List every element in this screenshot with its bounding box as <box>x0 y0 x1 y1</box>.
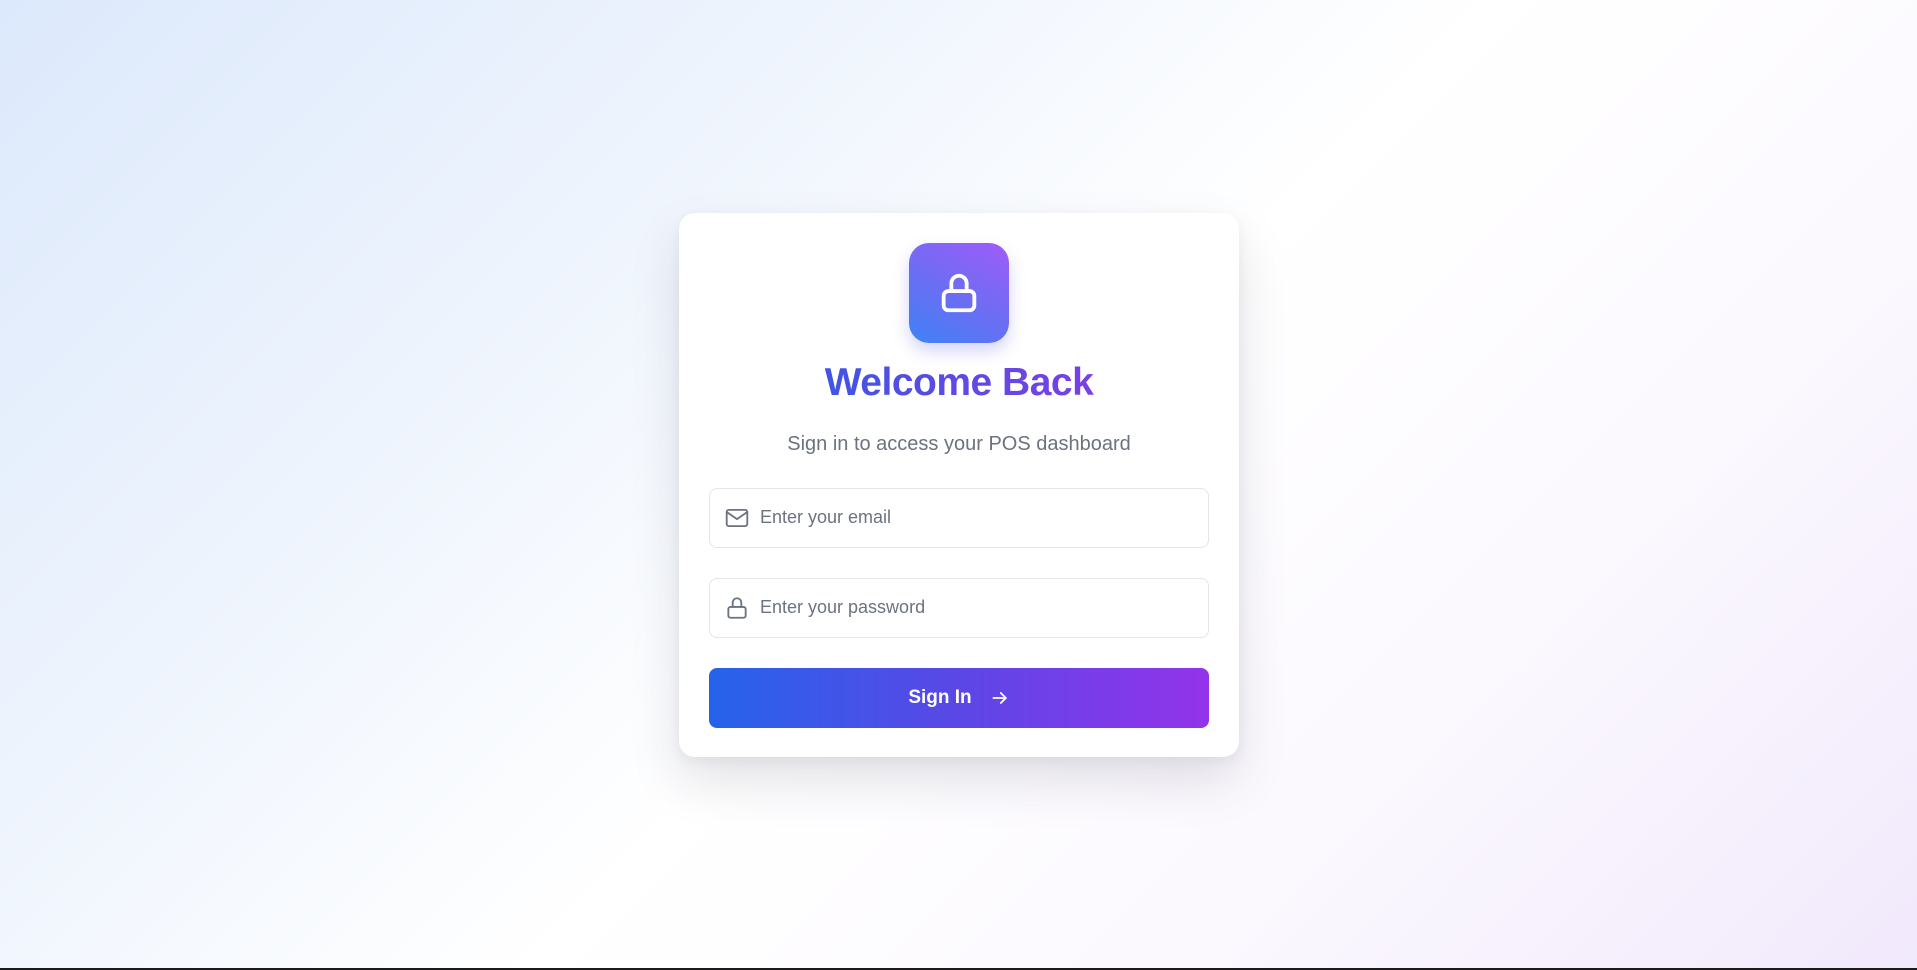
lock-icon <box>727 597 747 619</box>
sign-in-button[interactable]: Sign In <box>709 668 1209 728</box>
email-input[interactable] <box>760 489 1200 546</box>
password-field[interactable] <box>709 578 1209 638</box>
email-field[interactable] <box>709 488 1209 548</box>
login-card: Welcome Back Sign in to access your POS … <box>679 213 1239 757</box>
sign-in-label: Sign In <box>908 687 972 708</box>
page-subtitle: Sign in to access your POS dashboard <box>787 433 1131 455</box>
password-input[interactable] <box>760 579 1200 636</box>
arrow-right-icon <box>992 692 1007 704</box>
mail-icon <box>725 508 749 528</box>
lock-icon <box>941 273 977 313</box>
logo-badge <box>909 243 1009 343</box>
page-title: Welcome Back <box>679 359 1239 407</box>
